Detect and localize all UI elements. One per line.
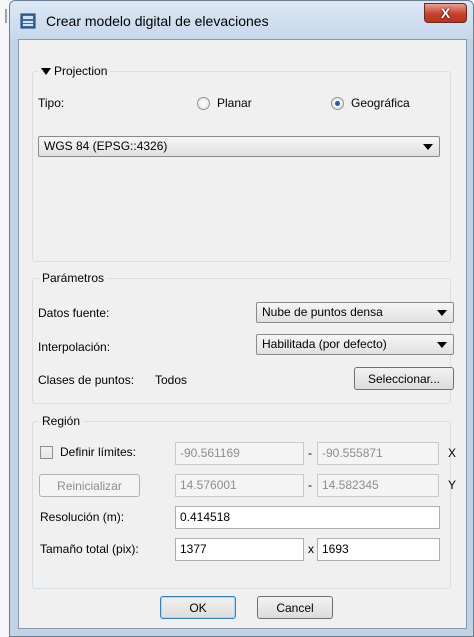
geografica-radio[interactable] [331, 97, 344, 110]
interpolacion-select[interactable]: Habilitada (por defecto) [256, 334, 454, 355]
x-range-dash: - [308, 446, 312, 460]
tamano-height-field[interactable]: 1693 [317, 538, 440, 561]
clases-label: Clases de puntos: [38, 373, 135, 387]
x-max-field[interactable]: -90.555871 [317, 442, 439, 465]
chevron-down-icon [437, 342, 447, 348]
tamano-label: Tamaño total (pix): [40, 542, 139, 556]
tamano-width-field[interactable]: 1377 [175, 538, 304, 561]
dialog-window: Crear modelo digital de elevaciones X Pr… [9, 0, 474, 637]
dialog-client-area: Projection Tipo: Planar Geográfica WGS 8… [18, 39, 467, 629]
projection-group-title: Projection [54, 64, 108, 78]
tipo-label: Tipo: [38, 96, 65, 110]
y-max-field[interactable]: 14.582345 [317, 474, 439, 497]
interpolacion-value: Habilitada (por defecto) [262, 337, 387, 351]
x-min-field[interactable]: -90.561169 [175, 442, 304, 465]
reinicializar-button[interactable]: Reinicializar [39, 474, 140, 497]
datos-fuente-label: Datos fuente: [38, 306, 110, 320]
planar-label[interactable]: Planar [217, 96, 252, 110]
datos-fuente-select[interactable]: Nube de puntos densa [256, 302, 454, 323]
crs-select[interactable]: WGS 84 (EPSG::4326) [38, 136, 440, 157]
resolucion-label: Resolución (m): [40, 510, 125, 524]
seleccionar-button[interactable]: Seleccionar... [354, 367, 454, 390]
clases-value: Todos [155, 373, 188, 387]
y-axis-label: Y [448, 478, 457, 492]
planar-radio[interactable] [197, 97, 210, 110]
datos-fuente-value: Nube de puntos densa [262, 305, 383, 319]
projection-group-header[interactable]: Projection [38, 64, 111, 78]
chevron-down-icon [423, 144, 433, 150]
y-min-field[interactable]: 14.576001 [175, 474, 304, 497]
crs-select-value: WGS 84 (EPSG::4326) [44, 139, 168, 153]
close-icon: X [440, 5, 451, 21]
background-marker [5, 9, 7, 23]
window-title: Crear modelo digital de elevaciones [46, 13, 269, 29]
geografica-label[interactable]: Geográfica [351, 96, 410, 110]
title-bar[interactable]: Crear modelo digital de elevaciones X [10, 1, 473, 39]
resolucion-field[interactable]: 0.414518 [175, 506, 440, 529]
dem-app-icon [20, 13, 36, 29]
close-button[interactable]: X [424, 3, 467, 23]
parametros-group-title: Parámetros [39, 271, 108, 285]
ok-button[interactable]: OK [160, 596, 236, 619]
interpolacion-label: Interpolación: [38, 340, 111, 354]
definir-limites-label[interactable]: Definir límites: [60, 445, 136, 459]
region-group-title: Región [39, 414, 84, 428]
definir-limites-checkbox[interactable] [40, 446, 53, 459]
cancel-button[interactable]: Cancel [257, 596, 333, 619]
y-range-dash: - [308, 478, 312, 492]
collapse-triangle-icon[interactable] [41, 67, 51, 76]
x-axis-label: X [448, 446, 457, 460]
chevron-down-icon [437, 310, 447, 316]
background-window-edge [0, 0, 9, 637]
tamano-x-label: x [308, 542, 314, 556]
